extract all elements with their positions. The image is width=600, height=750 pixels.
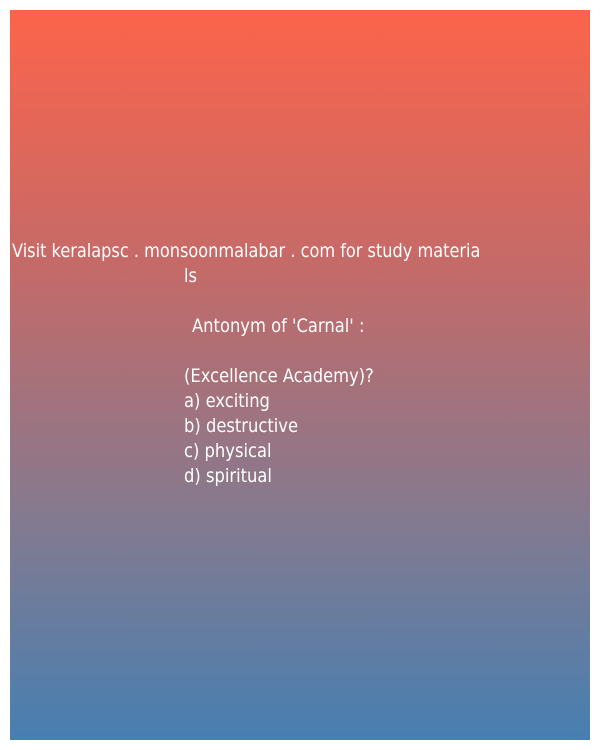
option-b: b) destructive: [184, 415, 299, 437]
question-title: Antonym of 'Carnal' :: [192, 315, 365, 337]
promo-text-line-2: ls: [184, 265, 198, 287]
option-a: a) exciting: [184, 390, 270, 412]
option-d: d) spiritual: [184, 465, 272, 487]
question-card: Visit keralapsc . monsoonmalabar . com f…: [10, 10, 590, 740]
question-source: (Excellence Academy)?: [184, 365, 374, 387]
promo-text-line-1: Visit keralapsc . monsoonmalabar . com f…: [12, 240, 481, 262]
option-c: c) physical: [184, 440, 272, 462]
